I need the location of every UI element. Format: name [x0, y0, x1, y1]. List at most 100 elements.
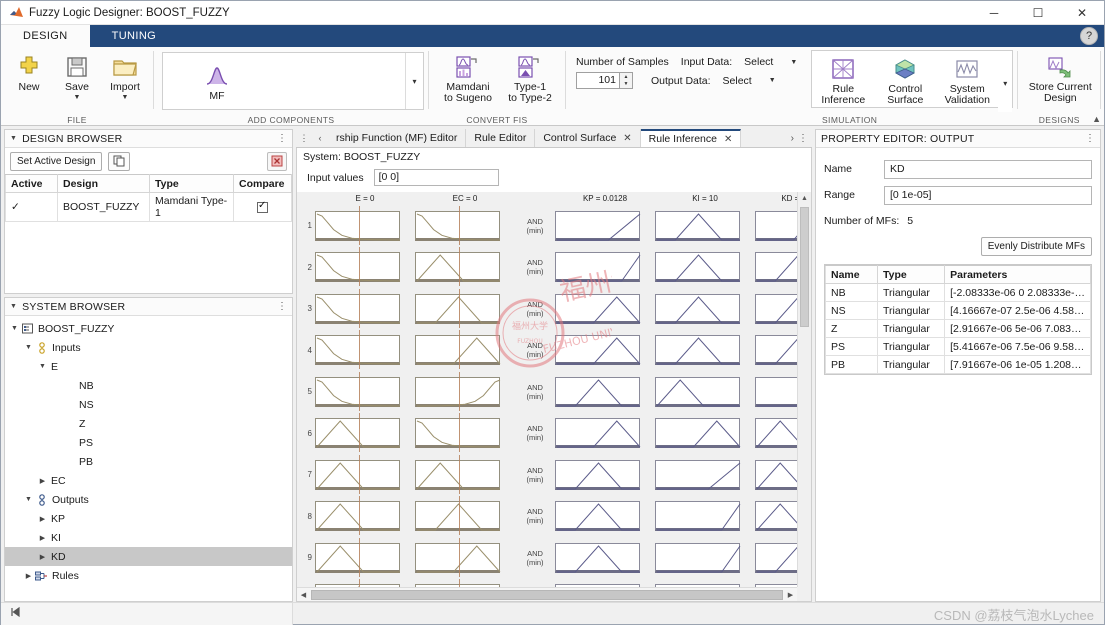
- input-cursor-line[interactable]: [458, 579, 460, 587]
- rule-row[interactable]: 3 AND (min): [297, 288, 797, 330]
- property-editor-overflow-icon[interactable]: ⋮: [1085, 133, 1095, 144]
- input-data-select[interactable]: Select: [744, 56, 773, 68]
- input-cursor-line[interactable]: [358, 371, 360, 411]
- delete-x-icon[interactable]: [267, 151, 287, 171]
- tab-overflow-right-icon[interactable]: ⋮: [798, 133, 808, 144]
- rule-row[interactable]: 6 AND (min): [297, 413, 797, 455]
- tree-node-z[interactable]: Z: [5, 414, 292, 433]
- new-button[interactable]: New: [5, 50, 53, 93]
- ribbon-tab-design[interactable]: DESIGN: [1, 25, 90, 47]
- stepper-down-icon[interactable]: ▼: [620, 81, 632, 89]
- input-cursor-line[interactable]: [458, 537, 460, 577]
- tab-control-surface[interactable]: Control Surface ✕: [535, 129, 641, 147]
- mf-table-row[interactable]: PB Triangular [7.91667e-06 1e-05 1.208…: [825, 355, 1091, 374]
- tree-node-outputs[interactable]: ▼ Outputs: [5, 490, 292, 509]
- close-button[interactable]: ✕: [1060, 1, 1104, 25]
- compare-checkbox[interactable]: [257, 200, 268, 213]
- chevron-down-icon[interactable]: ▼: [9, 325, 20, 332]
- input-data-caret-icon[interactable]: ▼: [790, 59, 797, 66]
- input-cursor-line[interactable]: [358, 496, 360, 536]
- import-button[interactable]: Import ▼: [101, 50, 149, 102]
- rule-inference-button[interactable]: Rule Inference: [812, 52, 874, 106]
- plot-vertical-scrollbar[interactable]: ▲: [797, 192, 811, 587]
- tab-rule-editor[interactable]: Rule Editor: [466, 129, 536, 147]
- system-browser-overflow-icon[interactable]: ⋮: [277, 301, 287, 312]
- simulation-more-caret-icon[interactable]: ▾: [998, 54, 1013, 112]
- number-of-samples-stepper[interactable]: ▲ ▼: [620, 72, 633, 89]
- chevron-right-icon[interactable]: ▶: [37, 477, 48, 485]
- control-surface-button[interactable]: Control Surface: [874, 52, 936, 106]
- tree-node-ns[interactable]: NS: [5, 395, 292, 414]
- tree-node-inputs[interactable]: ▼ Inputs: [5, 338, 292, 357]
- set-active-design-button[interactable]: Set Active Design: [10, 151, 103, 171]
- input-cursor-line[interactable]: [358, 330, 360, 370]
- input-cursor-line[interactable]: [358, 579, 360, 587]
- copy-icon[interactable]: [108, 151, 131, 171]
- gallery-expand-caret-icon[interactable]: ▾: [405, 53, 423, 109]
- chevron-right-icon[interactable]: ▶: [23, 572, 34, 580]
- rule-row[interactable]: 9 AND (min): [297, 537, 797, 579]
- input-cursor-line[interactable]: [358, 288, 360, 328]
- save-caret-icon[interactable]: ▼: [74, 94, 81, 102]
- input-cursor-line[interactable]: [458, 288, 460, 328]
- chevron-down-icon[interactable]: ▼: [23, 496, 34, 503]
- table-row[interactable]: ✓ BOOST_FUZZY Mamdani Type-1: [5, 192, 292, 222]
- input-cursor-line[interactable]: [358, 205, 360, 245]
- chevron-down-icon[interactable]: ▼: [23, 344, 34, 351]
- tab-scroll-right-icon[interactable]: ›: [791, 133, 794, 144]
- tree-node-pb[interactable]: PB: [5, 452, 292, 471]
- mamdani-to-sugeno-button[interactable]: Mamdani to Sugeno: [437, 50, 499, 104]
- chevron-down-icon[interactable]: ▼: [37, 363, 48, 370]
- tree-node-kp[interactable]: ▶ KP: [5, 509, 292, 528]
- range-input[interactable]: [0 1e-05]: [884, 185, 1092, 205]
- add-components-gallery[interactable]: MF ▾: [162, 52, 424, 110]
- input-cursor-line[interactable]: [358, 247, 360, 287]
- collapse-twisty-icon-2[interactable]: ▼: [10, 303, 17, 310]
- maximize-button[interactable]: ☐: [1016, 1, 1060, 25]
- cell-compare[interactable]: [233, 192, 292, 222]
- tree-node-ec[interactable]: ▶ EC: [5, 471, 292, 490]
- tree-node-ki[interactable]: ▶ KI: [5, 528, 292, 547]
- output-data-select[interactable]: Select: [723, 75, 752, 87]
- tree-node-e[interactable]: ▼ E: [5, 357, 292, 376]
- mf-table-row[interactable]: PS Triangular [5.41667e-06 7.5e-06 9.58…: [825, 337, 1091, 356]
- input-cursor-line[interactable]: [358, 413, 360, 453]
- close-icon[interactable]: ✕: [623, 133, 631, 144]
- add-mf-button[interactable]: MF: [193, 59, 241, 102]
- tree-node-kd[interactable]: ▶ KD: [5, 547, 292, 566]
- scroll-right-icon[interactable]: ▶: [784, 591, 797, 599]
- chevron-right-icon[interactable]: ▶: [37, 553, 48, 561]
- scroll-left-icon[interactable]: ◀: [297, 591, 310, 599]
- store-current-design-button[interactable]: Store Current Design: [1024, 50, 1096, 104]
- input-cursor-line[interactable]: [458, 330, 460, 370]
- input-cursor-line[interactable]: [458, 496, 460, 536]
- rule-row[interactable]: 10AND(min): [297, 579, 797, 587]
- plot-horizontal-scrollbar[interactable]: ◀ ▶: [297, 587, 797, 601]
- output-data-caret-icon[interactable]: ▼: [769, 77, 776, 84]
- collapse-twisty-icon[interactable]: ▼: [10, 135, 17, 142]
- rule-row[interactable]: 7 AND (min): [297, 454, 797, 496]
- input-cursor-line[interactable]: [458, 205, 460, 245]
- mf-table-row[interactable]: Z Triangular [2.91667e-06 5e-06 7.083…: [825, 319, 1091, 338]
- input-values-input[interactable]: [0 0]: [373, 169, 499, 186]
- tab-mf-editor[interactable]: rship Function (MF) Editor: [328, 129, 467, 147]
- tab-overflow-left-icon[interactable]: ⋮: [296, 129, 312, 147]
- chevron-right-icon[interactable]: ▶: [37, 534, 48, 542]
- system-validation-button[interactable]: System Validation: [936, 52, 998, 106]
- rule-row[interactable]: 4 AND (min): [297, 330, 797, 372]
- tab-scroll-left-icon[interactable]: ‹: [312, 129, 328, 147]
- input-cursor-line[interactable]: [458, 247, 460, 287]
- horizontal-scroll-thumb[interactable]: [311, 589, 783, 600]
- close-icon-2[interactable]: ✕: [724, 134, 732, 145]
- scroll-up-icon[interactable]: ▲: [801, 192, 808, 205]
- help-icon[interactable]: ?: [1080, 27, 1098, 45]
- input-cursor-line[interactable]: [458, 454, 460, 494]
- collapse-ribbon-icon[interactable]: ▲: [1092, 114, 1101, 124]
- input-cursor-line[interactable]: [358, 537, 360, 577]
- go-to-start-icon[interactable]: [9, 605, 21, 623]
- minimize-button[interactable]: ─: [972, 1, 1016, 25]
- vertical-scroll-thumb[interactable]: [800, 207, 809, 327]
- evenly-distribute-mfs-button[interactable]: Evenly Distribute MFs: [980, 237, 1092, 256]
- input-cursor-line[interactable]: [458, 413, 460, 453]
- input-cursor-line[interactable]: [358, 454, 360, 494]
